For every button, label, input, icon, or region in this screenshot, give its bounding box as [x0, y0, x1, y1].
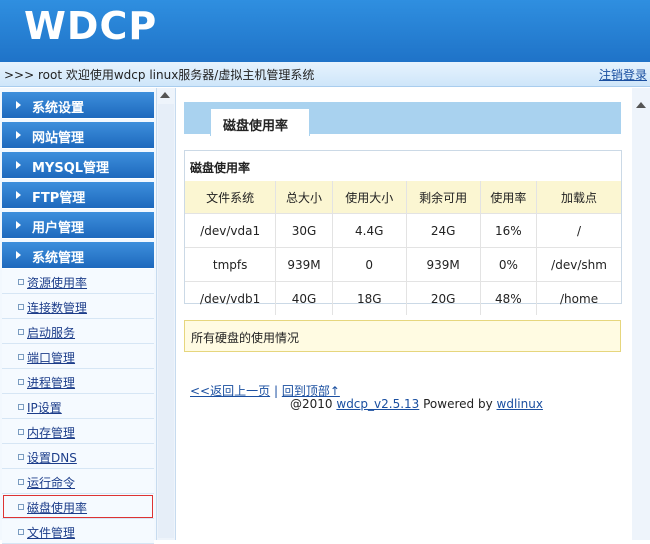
logo: WDCP	[24, 4, 158, 48]
header: WDCP	[0, 0, 650, 62]
sidebar-item-dns[interactable]: 设置DNS	[2, 444, 154, 469]
sidebar-item-file-management[interactable]: 文件管理	[2, 519, 154, 544]
footer-copyright: @2010	[290, 397, 333, 411]
cell-available: 939M	[406, 247, 481, 282]
disk-table: 文件系统 总大小 使用大小 剩余可用 使用率 加载点 /dev/vda1 30G…	[185, 181, 621, 315]
top-bar: >>> root 欢迎使用wdcp linux服务器/虚拟主机管理系统 注销登录	[0, 62, 650, 87]
table-row: /dev/vda1 30G 4.4G 24G 16% /	[185, 213, 621, 248]
sidebar-item-start-service[interactable]: 启动服务	[2, 319, 154, 344]
sidebar-item-memory[interactable]: 内存管理	[2, 419, 154, 444]
cell-used: 0	[332, 247, 407, 282]
table-row: /dev/vdb1 40G 18G 20G 48% /home	[185, 281, 621, 315]
sidebar-section-ftp[interactable]: FTP管理	[2, 182, 154, 209]
bullet-icon	[18, 354, 24, 360]
bullet-icon	[18, 529, 24, 535]
note-text: 所有硬盘的使用情况	[191, 331, 300, 345]
col-usage-rate: 使用率	[480, 181, 538, 214]
triangle-icon	[16, 191, 21, 199]
cell-total: 40G	[275, 281, 333, 315]
sidebar-item-resource-usage[interactable]: 资源使用率	[2, 269, 154, 294]
footer-powered-by: Powered by	[423, 397, 493, 411]
bullet-icon	[18, 329, 24, 335]
cell-used: 4.4G	[332, 213, 407, 248]
triangle-icon	[16, 221, 21, 229]
cell-available: 24G	[406, 213, 481, 248]
cell-used: 18G	[332, 281, 407, 315]
bullet-icon	[18, 304, 24, 310]
bullet-icon	[18, 504, 24, 510]
version-link[interactable]: wdcp_v2.5.13	[336, 397, 419, 411]
table-caption: 磁盘使用率	[190, 161, 251, 175]
bullet-icon	[18, 479, 24, 485]
bullet-icon	[18, 379, 24, 385]
cell-mount: /dev/shm	[536, 247, 621, 282]
bullet-icon	[18, 454, 24, 460]
cell-mount: /	[536, 213, 621, 248]
bullet-icon	[18, 429, 24, 435]
triangle-icon	[16, 131, 21, 139]
back-link[interactable]: <<返回上一页	[190, 384, 270, 398]
bullet-icon	[18, 404, 24, 410]
cell-total: 939M	[275, 247, 333, 282]
footer: @2010 wdcp_v2.5.13 Powered by wdlinux	[290, 397, 543, 411]
cell-available: 20G	[406, 281, 481, 315]
sidebar-section-mysql[interactable]: MYSQL管理	[2, 152, 154, 179]
page-title: 磁盘使用率	[223, 119, 289, 134]
col-filesystem: 文件系统	[185, 181, 277, 214]
cell-filesystem: /dev/vda1	[185, 213, 277, 248]
scroll-up-arrow-icon[interactable]	[160, 92, 170, 98]
table-header-row: 文件系统 总大小 使用大小 剩余可用 使用率 加载点	[185, 181, 621, 214]
triangle-icon	[16, 101, 21, 109]
sidebar-section-users[interactable]: 用户管理	[2, 212, 154, 239]
bullet-icon	[18, 279, 24, 285]
main-scrollbar[interactable]	[632, 88, 650, 540]
sidebar-item-ip-settings[interactable]: IP设置	[2, 394, 154, 419]
wdlinux-link[interactable]: wdlinux	[497, 397, 543, 411]
col-available: 剩余可用	[406, 181, 481, 214]
cell-total: 30G	[275, 213, 333, 248]
cell-usage: 48%	[480, 281, 538, 315]
table-row: tmpfs 939M 0 939M 0% /dev/shm	[185, 247, 621, 282]
sidebar-item-connections[interactable]: 连接数管理	[2, 294, 154, 319]
cell-usage: 16%	[480, 213, 538, 248]
sidebar-item-processes[interactable]: 进程管理	[2, 369, 154, 394]
col-total-size: 总大小	[275, 181, 333, 214]
cell-filesystem: tmpfs	[185, 247, 277, 282]
cell-mount: /home	[536, 281, 621, 315]
scrollbar-track[interactable]	[158, 104, 174, 538]
scroll-up-arrow-icon[interactable]	[636, 102, 646, 108]
cell-filesystem: /dev/vdb1	[185, 281, 277, 315]
sidebar-section-site-management[interactable]: 网站管理	[2, 122, 154, 149]
sidebar-item-disk-usage[interactable]: 磁盘使用率	[2, 494, 154, 519]
col-mount-point: 加载点	[536, 181, 621, 214]
sidebar-item-ports[interactable]: 端口管理	[2, 344, 154, 369]
sidebar-section-system-settings[interactable]: 系统设置	[2, 92, 154, 119]
cell-usage: 0%	[480, 247, 538, 282]
sidebar-scrollbar[interactable]	[156, 88, 175, 540]
sidebar-section-system-management[interactable]: 系统管理	[2, 242, 154, 269]
triangle-icon	[16, 161, 21, 169]
link-separator: |	[273, 384, 278, 398]
back-to-top-link[interactable]: 回到顶部↑	[282, 384, 340, 398]
logout-link[interactable]: 注销登录	[599, 66, 647, 83]
triangle-icon	[16, 251, 21, 259]
info-note: 所有硬盘的使用情况	[184, 320, 621, 352]
col-used-size: 使用大小	[332, 181, 407, 214]
welcome-text: >>> root 欢迎使用wdcp linux服务器/虚拟主机管理系统	[4, 68, 315, 82]
disk-usage-panel: 磁盘使用率 文件系统 总大小 使用大小 剩余可用 使用率 加载点 /dev/vd…	[184, 150, 622, 315]
tab-disk-usage: 磁盘使用率	[210, 108, 310, 136]
sidebar-item-run-command[interactable]: 运行命令	[2, 469, 154, 494]
